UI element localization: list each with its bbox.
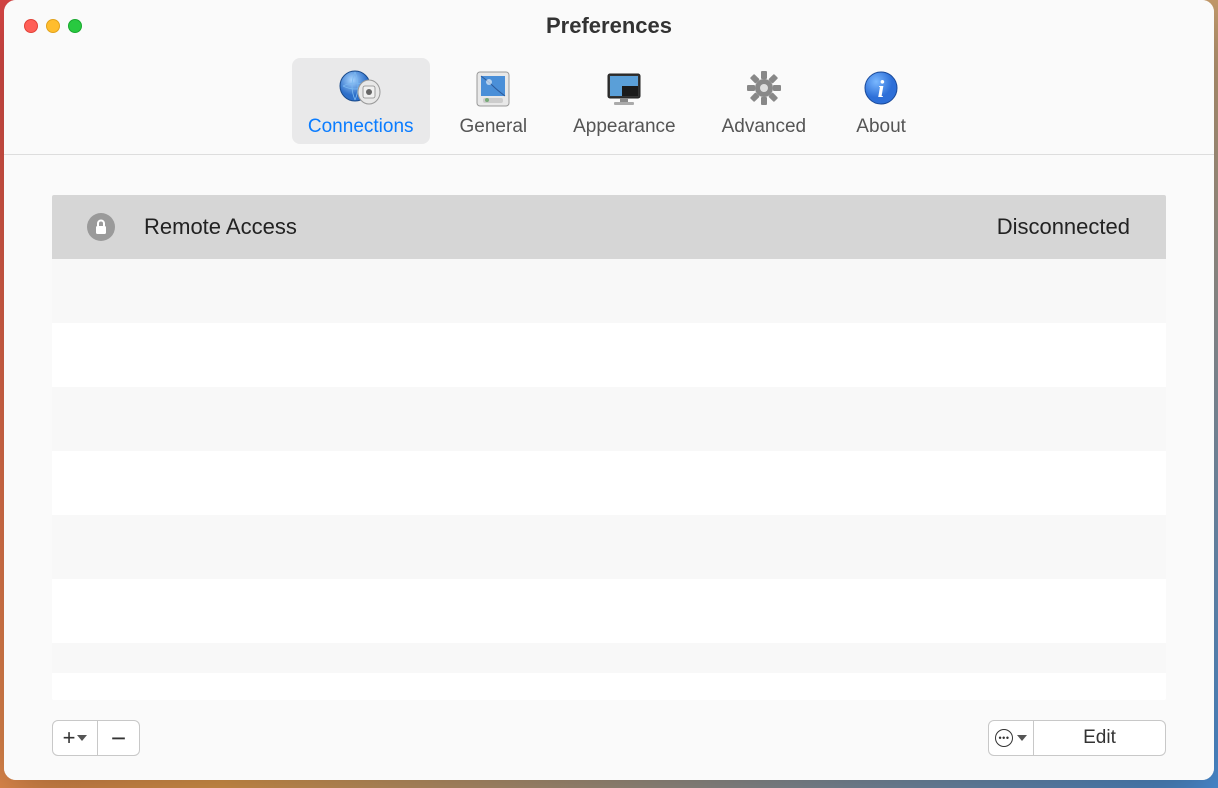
minus-icon: − (111, 725, 126, 751)
preferences-window: Preferences Conne (4, 0, 1214, 780)
list-row-empty (52, 451, 1166, 515)
bottom-bar: + − ••• Edit (52, 700, 1166, 760)
general-icon (469, 64, 517, 112)
connections-list[interactable]: Remote Access Disconnected (52, 195, 1166, 700)
edit-button-label: Edit (1083, 727, 1116, 749)
add-connection-button[interactable]: + (52, 720, 98, 756)
lock-column (76, 213, 126, 241)
advanced-icon (740, 64, 788, 112)
zoom-window-button[interactable] (68, 19, 82, 33)
tab-general-label: General (460, 116, 528, 138)
titlebar: Preferences (4, 0, 1214, 52)
list-row[interactable]: Remote Access Disconnected (52, 195, 1166, 259)
actions-menu-button[interactable]: ••• (988, 720, 1034, 756)
remove-connection-button[interactable]: − (98, 720, 140, 756)
tab-general[interactable]: General (444, 58, 544, 144)
list-row-empty (52, 515, 1166, 579)
tab-appearance-label: Appearance (573, 116, 675, 138)
minimize-window-button[interactable] (46, 19, 60, 33)
ellipsis-icon: ••• (995, 729, 1013, 747)
toolbar: Connections General (4, 52, 1214, 155)
window-title: Preferences (24, 13, 1194, 39)
tab-connections-label: Connections (308, 116, 414, 138)
connections-icon (337, 64, 385, 112)
about-icon: i (857, 64, 905, 112)
content-area: Remote Access Disconnected + − (4, 155, 1214, 780)
connection-status: Disconnected (997, 214, 1142, 240)
tab-connections[interactable]: Connections (292, 58, 430, 144)
lock-icon (87, 213, 115, 241)
tab-about[interactable]: i About (836, 58, 926, 144)
tab-advanced[interactable]: Advanced (706, 58, 823, 144)
add-remove-group: + − (52, 720, 140, 756)
chevron-down-icon (1017, 735, 1027, 741)
list-row-empty (52, 323, 1166, 387)
appearance-icon (600, 64, 648, 112)
list-row-empty (52, 259, 1166, 323)
tab-about-label: About (856, 116, 906, 138)
svg-text:i: i (878, 77, 885, 103)
tab-appearance[interactable]: Appearance (557, 58, 691, 144)
chevron-down-icon (77, 735, 87, 741)
traffic-lights (24, 19, 82, 33)
tab-advanced-label: Advanced (722, 116, 807, 138)
actions-edit-group: ••• Edit (988, 720, 1166, 756)
edit-button[interactable]: Edit (1034, 720, 1166, 756)
close-window-button[interactable] (24, 19, 38, 33)
plus-icon: + (63, 727, 76, 749)
list-row-empty (52, 579, 1166, 643)
list-row-empty (52, 643, 1166, 673)
list-row-empty (52, 387, 1166, 451)
connection-name: Remote Access (126, 214, 997, 240)
